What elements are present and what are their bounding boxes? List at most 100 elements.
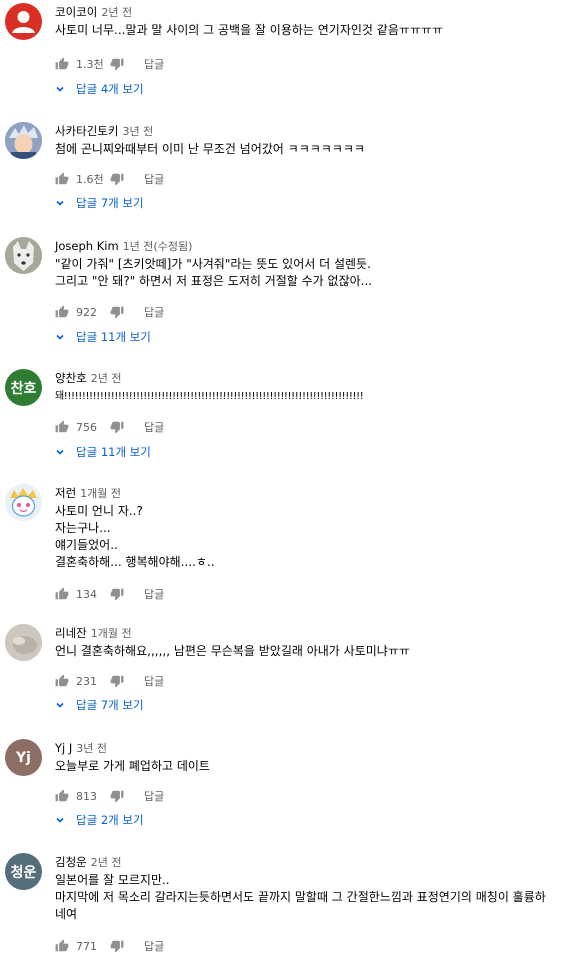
thumbs-down-icon[interactable] [110,172,124,186]
thumbs-up-icon[interactable] [55,587,69,601]
thumbs-down-icon[interactable] [110,939,124,953]
view-replies-label: 답글 7개 보기 [76,698,144,712]
thumbs-down-icon[interactable] [110,587,124,601]
comment-actions: 756 답글 [55,418,164,436]
thumbs-up-icon[interactable] [55,305,69,319]
comment-actions: 1.6천 답글 [55,170,164,188]
like-count: 756 [76,420,97,434]
thumbs-up-icon[interactable] [55,420,69,434]
view-replies-button[interactable]: 답글 11개 보기 [55,328,151,346]
reply-button[interactable]: 답글 [144,788,164,804]
comment-actions: 1.3천 답글 [55,55,164,73]
comment-time[interactable]: 2년 전 [91,856,122,869]
comment-text: 오늘부로 가게 폐업하고 데이트 [55,759,210,773]
avatar[interactable]: Yj [5,739,42,776]
thumbs-up-icon[interactable] [55,674,69,688]
reply-button[interactable]: 답글 [144,419,164,435]
author-name[interactable]: 리네잔 [55,626,87,640]
caret-down-icon [55,84,65,94]
avatar[interactable]: 청운 [5,853,42,890]
reply-button[interactable]: 답글 [144,304,164,320]
view-replies-button[interactable]: 답글 7개 보기 [55,696,144,714]
caret-down-icon [55,447,65,457]
avatar[interactable] [5,237,42,274]
thumbs-up-icon[interactable] [55,57,69,71]
comment-header: Yj J 3년 전 [55,739,107,755]
author-name[interactable]: 양찬호 [55,371,87,385]
view-replies-label: 답글 7개 보기 [76,196,144,210]
avatar-initials: 청운 [10,864,37,881]
caret-down-icon [55,815,65,825]
thumbs-down-icon[interactable] [110,789,124,803]
view-replies-label: 답글 11개 보기 [76,445,151,459]
comment-time[interactable]: 3년 전 [122,125,153,138]
view-replies-button[interactable]: 답글 11개 보기 [55,443,151,461]
comment-header: 사카타긴토키 3년 전 [55,122,153,138]
comment-text: 일본어를 잘 모르지만.. 마지막에 저 목소리 갈라지는듯하면서도 끝까지 말… [55,873,546,921]
caret-down-icon [55,700,65,710]
thumbs-down-icon[interactable] [110,674,124,688]
reply-button[interactable]: 답글 [144,56,164,72]
thumbs-down-icon[interactable] [110,57,124,71]
view-replies-label: 답글 4개 보기 [76,82,144,96]
photo-avatar-icon [5,624,42,661]
like-count: 1.3천 [76,58,104,71]
author-name[interactable]: 저런 [55,486,76,500]
avatar-initials: Yj [16,749,31,766]
thumbs-up-icon[interactable] [55,172,69,186]
thumbs-up-icon[interactable] [55,789,69,803]
avatar[interactable] [5,122,42,159]
thumbs-up-icon[interactable] [55,939,69,953]
reply-button[interactable]: 답글 [144,586,164,602]
like-count: 134 [76,587,97,601]
avatar[interactable] [5,484,42,521]
view-replies-button[interactable]: 답글 2개 보기 [55,811,144,829]
view-replies-button[interactable]: 답글 4개 보기 [55,80,144,98]
anime-avatar-icon [5,122,42,159]
thumbs-down-icon[interactable] [110,420,124,434]
comment-text: 사토미 너무...말과 말 사이의 그 공백을 잘 이용하는 연기자인것 같음ㅠ… [55,23,444,37]
comment-header: 저런 1개월 전 [55,484,121,500]
like-count: 231 [76,674,97,688]
thumbs-down-icon[interactable] [110,305,124,319]
like-count: 813 [76,789,97,803]
like-count: 771 [76,939,97,953]
author-name[interactable]: Yj J [55,741,72,755]
author-name[interactable]: Joseph Kim [55,239,119,253]
comment-time[interactable]: 1개월 전 [91,627,132,640]
comment-text: 첨에 곤니찌와때부터 이미 난 무조건 넘어갔어 ㅋㅋㅋㅋㅋㅋㅋ [55,142,365,156]
avatar[interactable]: 찬호 [5,369,42,406]
comment-header: 코이코이 2년 전 [55,3,132,19]
cartoon-avatar-icon [5,484,42,521]
view-replies-label: 답글 11개 보기 [76,330,151,344]
reply-button[interactable]: 답글 [144,673,164,689]
comment-text: "같이 가줘" [츠키앗떼]가 "사겨줘"라는 뜻도 있어서 더 설렌듯. 그리… [55,257,373,288]
comment-header: 김청운 2년 전 [55,853,122,869]
author-name[interactable]: 코이코이 [55,5,97,19]
comment-actions: 771 답글 [55,937,164,955]
wolf-avatar-icon [5,237,42,274]
comment-text: 언니 결혼축하해요,,,,,, 남편은 무슨복을 받았길래 아내가 사토미냐ㅠㅠ [55,644,410,658]
comment-time[interactable]: 3년 전 [76,742,107,755]
author-name[interactable]: 사카타긴토키 [55,124,118,138]
reply-button[interactable]: 답글 [144,938,164,954]
avatar[interactable] [5,624,42,661]
view-replies-button[interactable]: 답글 7개 보기 [55,194,144,212]
comment-time[interactable]: 2년 전 [101,6,132,19]
default-user-icon [12,11,35,33]
author-name[interactable]: 김청운 [55,855,87,869]
caret-down-icon [55,332,65,342]
comment-text: 돼!!!!!!!!!!!!!!!!!!!!!!!!!!!!!!!!!!!!!!!… [55,391,364,402]
reply-button[interactable]: 답글 [144,171,164,187]
comment-time[interactable]: 1년 전(수정됨) [123,240,193,253]
comment-header: 양찬호 2년 전 [55,369,122,385]
comment-text: 사토미 언니 자..? 자는구나... 얘기들었어.. 결혼축하해... 행복해… [55,504,215,569]
avatar[interactable] [5,3,42,40]
avatar-initials: 찬호 [10,380,37,397]
comment-header: 리네잔 1개월 전 [55,624,132,640]
comment-time[interactable]: 1개월 전 [80,487,121,500]
comment-header: Joseph Kim 1년 전(수정됨) [55,237,192,253]
comment-time[interactable]: 2년 전 [91,372,122,385]
comment-actions: 134 답글 [55,585,164,603]
comment-actions: 922 답글 [55,303,164,321]
